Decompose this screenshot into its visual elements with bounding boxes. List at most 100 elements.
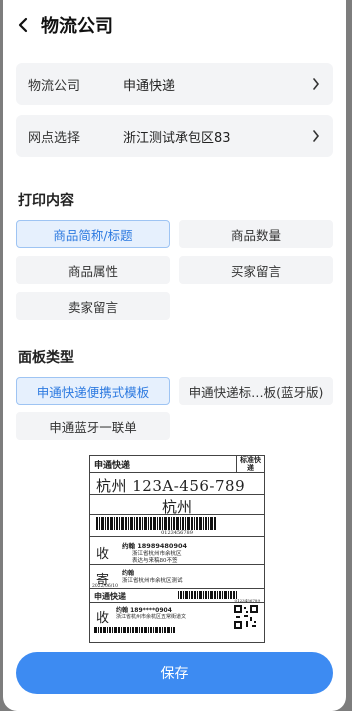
preview-tracking: 0123456789 [161, 530, 193, 536]
barcode-bar [100, 627, 102, 633]
barcode-bar [171, 517, 172, 530]
barcode-bar [153, 627, 154, 633]
barcode-bar [185, 591, 188, 599]
page-title: 物流公司 [41, 16, 113, 37]
barcode-bar [199, 591, 202, 599]
logistics-company-row[interactable]: 物流公司 申通快递 [16, 63, 333, 105]
barcode-bar [210, 517, 213, 530]
barcode-bar [167, 627, 170, 633]
barcode-bar [101, 517, 104, 530]
barcode-bar [139, 517, 141, 530]
barcode-bar [180, 591, 182, 599]
barcode-bar [153, 517, 156, 530]
barcode-bar [94, 627, 97, 633]
barcode-bar [159, 627, 161, 633]
barcode-bar [150, 627, 152, 633]
template-bluetooth-single[interactable]: 申通蓝牙一联单 [16, 412, 170, 440]
barcode-bar [127, 627, 129, 633]
barcode [96, 517, 258, 530]
barcode-bar [130, 517, 133, 530]
stub-barcode [178, 591, 238, 599]
barcode-bar [119, 517, 120, 530]
row-value: 申通快递 [123, 78, 176, 94]
stub-carrier: 申通快递 [94, 592, 126, 601]
barcode-bar [148, 517, 149, 530]
barcode-bar [164, 517, 167, 530]
preview-stub-header: 申通快递 0123456789 [90, 589, 264, 603]
stub-receiver-address: 浙江省杭州市余杭区五常街道文 [116, 614, 187, 620]
branch-select-row[interactable]: 网点选择 浙江测试承包区83 [16, 115, 333, 157]
barcode-bar [112, 627, 113, 633]
preview-dest-text: 杭州 [161, 498, 192, 516]
barcode-bar [134, 517, 135, 530]
barcode-bar [180, 517, 181, 530]
barcode-bar [118, 627, 120, 633]
barcode-bar [121, 517, 124, 530]
preview-header: 申通快递 标准快递 [90, 456, 264, 473]
barcode-bar [182, 517, 184, 530]
barcode-bar [142, 517, 143, 530]
option-product-attributes[interactable]: 商品属性 [16, 256, 170, 284]
barcode-bar [128, 517, 129, 530]
option-product-title[interactable]: 商品简称/标题 [16, 220, 170, 248]
barcode-bar [157, 517, 158, 530]
barcode-bar [203, 591, 204, 599]
barcode-bar [148, 627, 149, 633]
template-portable[interactable]: 申通快递便携式模板 [16, 377, 170, 405]
barcode-bar [114, 627, 117, 633]
preview-route: 杭州 123A-456-789 [90, 473, 264, 495]
option-buyer-message[interactable]: 买家留言 [179, 256, 333, 284]
barcode-bar [132, 627, 134, 633]
barcode-bar [164, 627, 166, 633]
barcode-bar [208, 591, 209, 599]
row-label: 物流公司 [28, 78, 81, 94]
qr-code-icon [234, 605, 258, 629]
preview-receiver: 收 约翰 18989480904 浙江省杭州市余杭区 表达与来稿80不签 [90, 537, 264, 565]
barcode-bar [183, 591, 184, 599]
barcode-bar [197, 591, 198, 599]
barcode-bar [228, 591, 229, 599]
barcode-bar [214, 517, 216, 530]
option-seller-message[interactable]: 卖家留言 [16, 292, 170, 320]
row-label: 网点选择 [28, 130, 81, 146]
template-standard-bluetooth[interactable]: 申通快递标…板(蓝牙版) [179, 377, 333, 405]
preview-route-text: 杭州 123A-456-789 [96, 477, 246, 495]
preview-carrier: 申通快递 [94, 461, 131, 471]
barcode-bar [214, 591, 216, 599]
chevron-right-icon [311, 130, 321, 142]
barcode-bar [187, 517, 190, 530]
barcode-bar [210, 591, 213, 599]
barcode-bar [162, 517, 163, 530]
back-chevron-icon[interactable] [17, 16, 35, 34]
barcode-bar [208, 517, 209, 530]
barcode-bar [125, 517, 127, 530]
save-button[interactable]: 保存 [16, 652, 333, 694]
label-preview: 申通快递 标准快递 杭州 123A-456-789 杭州 0123456789 … [89, 455, 265, 643]
receiver-note: 表达与来稿80不签 [132, 558, 178, 564]
chevron-right-icon [311, 78, 321, 90]
barcode-bar [176, 517, 179, 530]
barcode-bar [162, 627, 163, 633]
barcode-bar [205, 591, 207, 599]
barcode-bar [107, 517, 109, 530]
barcode-bar [114, 517, 115, 530]
screen: 物流公司 物流公司 申通快递 网点选择 浙江测试承包区83 打印内容 商品简称/… [3, 0, 346, 711]
barcode-bar [194, 517, 195, 530]
receiver-label: 收 [96, 547, 110, 562]
barcode-bar [150, 517, 152, 530]
print-content-title: 打印内容 [18, 193, 74, 209]
barcode-bar [189, 591, 190, 599]
barcode-bar [130, 627, 131, 633]
barcode-bar [110, 517, 113, 530]
barcode-bar [99, 517, 100, 530]
stub-bottom-barcode [94, 627, 176, 633]
stub-receiver-label: 收 [96, 611, 110, 626]
barcode-bar [224, 591, 227, 599]
sender-address: 浙江省杭州市余杭区测试 [122, 578, 183, 584]
barcode-bar [222, 591, 223, 599]
option-product-quantity[interactable]: 商品数量 [179, 220, 333, 248]
barcode-bar [144, 627, 147, 633]
barcode-bar [159, 517, 161, 530]
preview-badge: 标准快递 [236, 456, 264, 472]
preview-barcode-row: 0123456789 [90, 515, 264, 537]
